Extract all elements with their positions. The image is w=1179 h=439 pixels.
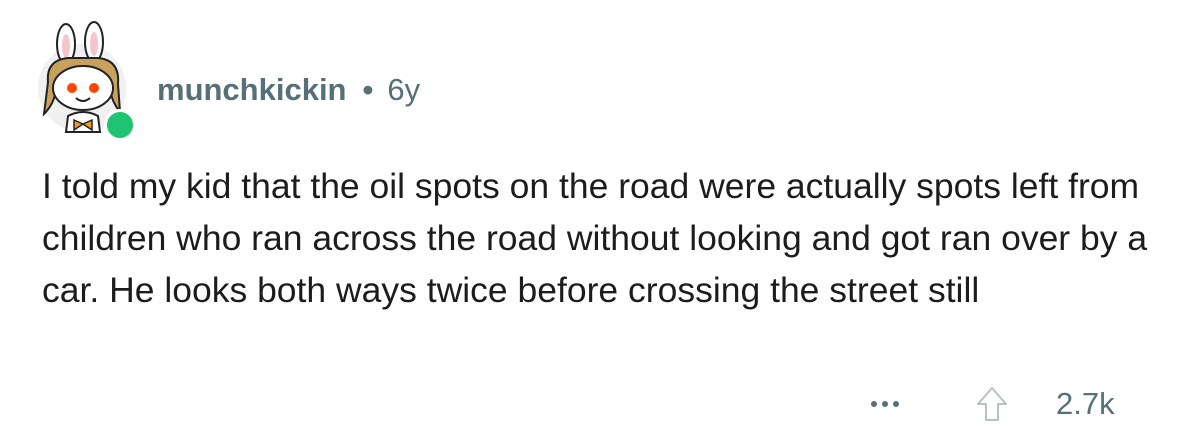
ellipsis-icon: [882, 401, 888, 407]
more-options-button[interactable]: [860, 384, 910, 424]
comment-actions: 2.7k: [0, 376, 1179, 432]
username-link[interactable]: munchkickin: [157, 72, 347, 108]
ellipsis-icon: [893, 401, 899, 407]
upvote-button[interactable]: [972, 382, 1012, 426]
comment-age: 6y: [387, 72, 421, 107]
vote-score: 2.7k: [1056, 386, 1115, 421]
online-status-dot: [104, 109, 136, 141]
comment-meta: munchkickin • 6y: [157, 68, 420, 112]
user-avatar[interactable]: [34, 20, 136, 141]
upvote-arrow-icon: [977, 387, 1007, 421]
comment-card: munchkickin • 6y I told my kid that the …: [0, 0, 1179, 439]
meta-separator: •: [362, 72, 374, 107]
ellipsis-icon: [871, 401, 877, 407]
comment-body: I told my kid that the oil spots on the …: [42, 166, 1148, 310]
